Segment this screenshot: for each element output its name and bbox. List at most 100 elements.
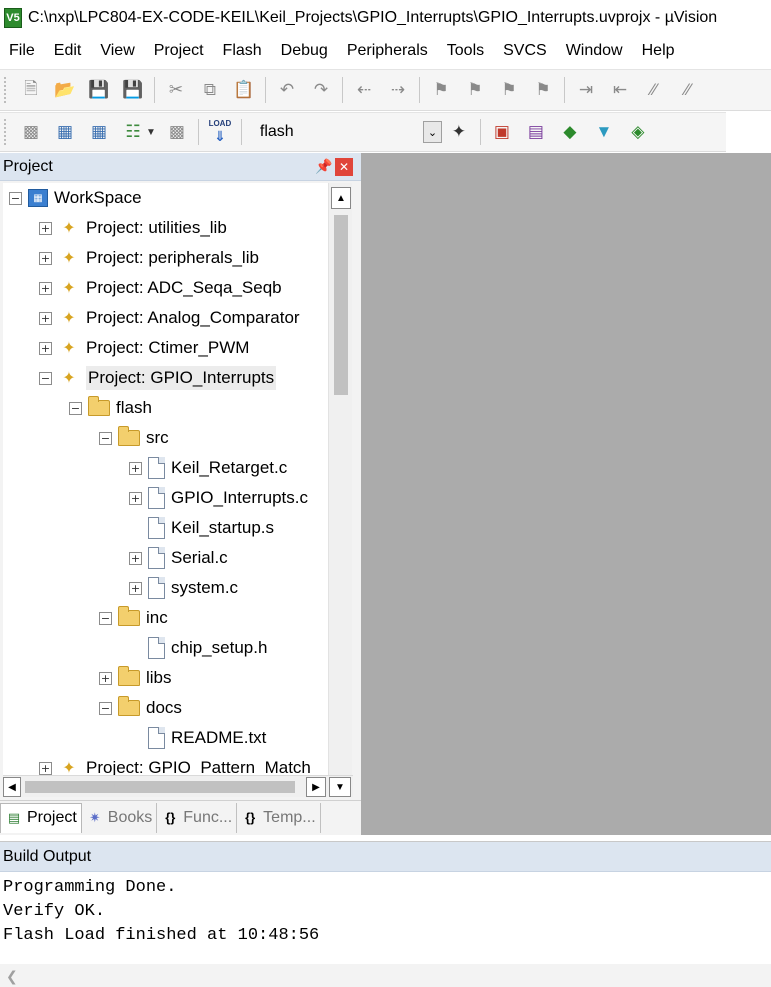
expand-icon[interactable]: +: [39, 281, 52, 295]
tree-item-folder[interactable]: − docs: [99, 693, 182, 723]
tab-templates[interactable]: {} Temp...: [237, 802, 321, 833]
scroll-right-icon[interactable]: ▶: [306, 777, 326, 797]
expand-icon[interactable]: +: [99, 671, 112, 685]
expand-icon[interactable]: +: [129, 581, 142, 595]
menu-file[interactable]: File: [0, 36, 45, 66]
batch-build-dropdown-icon[interactable]: ▼: [146, 127, 156, 138]
tree-item-target[interactable]: − flash: [69, 393, 152, 423]
pack-installer-icon[interactable]: ▼: [589, 118, 619, 146]
scrollbar-thumb[interactable]: [25, 781, 295, 793]
scrollbar-thumb[interactable]: [334, 215, 348, 395]
select-packs-icon[interactable]: ◆: [555, 118, 585, 146]
tab-books[interactable]: ✷ Books: [82, 802, 158, 833]
tree-item-file[interactable]: + system.c: [129, 573, 238, 603]
new-file-icon[interactable]: 🗎: [16, 76, 46, 104]
manage-run-time-icon[interactable]: ▤: [521, 118, 551, 146]
cut-icon[interactable]: ✂: [161, 76, 191, 104]
scroll-left-icon[interactable]: ❮: [6, 968, 18, 984]
menu-svcs[interactable]: SVCS: [494, 36, 557, 66]
tree-item-file[interactable]: + Serial.c: [129, 543, 228, 573]
target-select[interactable]: flash ⌄: [252, 118, 442, 146]
collapse-icon[interactable]: −: [99, 701, 112, 715]
bookmark-next-icon[interactable]: ⚑: [494, 76, 524, 104]
batch-build-icon[interactable]: ☷: [118, 118, 148, 146]
translate-icon[interactable]: ▩: [16, 118, 46, 146]
bookmark-insert-icon[interactable]: ⚑: [426, 76, 456, 104]
tree-item-file[interactable]: chip_setup.h: [129, 633, 267, 663]
stop-build-icon[interactable]: ▩: [162, 118, 192, 146]
tree-item-folder[interactable]: − src: [99, 423, 169, 453]
tab-project[interactable]: ▤ Project: [0, 802, 82, 833]
tree-item-project[interactable]: + ✦ Project: peripherals_lib: [39, 243, 259, 273]
tree-item-project[interactable]: + ✦ Project: Ctimer_PWM: [39, 333, 249, 363]
expand-icon[interactable]: +: [129, 551, 142, 565]
unindent-icon[interactable]: ⇤: [605, 76, 635, 104]
tree-horizontal-scrollbar[interactable]: ◀ ▶ ▼: [3, 775, 353, 797]
expand-icon[interactable]: +: [39, 221, 52, 235]
tree-item-file[interactable]: README.txt: [129, 723, 266, 753]
collapse-icon[interactable]: −: [99, 431, 112, 445]
tree-item-file[interactable]: + Keil_Retarget.c: [129, 453, 287, 483]
tree-item-project[interactable]: + ✦ Project: GPIO_Pattern_Match: [39, 753, 311, 775]
menu-edit[interactable]: Edit: [45, 36, 92, 66]
scroll-down-icon[interactable]: ▼: [329, 777, 351, 797]
editor-area[interactable]: [361, 153, 771, 835]
comment-icon[interactable]: ⁄⁄: [639, 76, 669, 104]
menu-window[interactable]: Window: [557, 36, 633, 66]
copy-icon[interactable]: ⧉: [195, 76, 225, 104]
build-icon[interactable]: ▦: [50, 118, 80, 146]
tree-item-file[interactable]: + GPIO_Interrupts.c: [129, 483, 308, 513]
expand-icon[interactable]: +: [39, 251, 52, 265]
toolbar-grip[interactable]: [4, 77, 8, 103]
menu-project[interactable]: Project: [145, 36, 214, 66]
target-dropdown-icon[interactable]: ⌄: [423, 121, 442, 143]
tree-item-workspace[interactable]: − ▦ WorkSpace: [9, 183, 142, 213]
uvision-app-icon[interactable]: V5: [4, 8, 22, 28]
expand-icon[interactable]: +: [129, 461, 142, 475]
build-output-scrollbar[interactable]: ❮: [0, 964, 771, 987]
file-extensions-icon[interactable]: ▣: [487, 118, 517, 146]
nav-back-icon[interactable]: ⇠: [349, 76, 379, 104]
menu-flash[interactable]: Flash: [214, 36, 272, 66]
expand-icon[interactable]: +: [39, 341, 52, 355]
menu-tools[interactable]: Tools: [438, 36, 494, 66]
indent-icon[interactable]: ⇥: [571, 76, 601, 104]
collapse-icon[interactable]: −: [69, 401, 82, 415]
uncomment-icon[interactable]: ⁄⁄: [673, 76, 703, 104]
load-flash-button[interactable]: LOAD ⇓: [205, 118, 235, 146]
tab-functions[interactable]: {} Func...: [157, 802, 238, 833]
redo-icon[interactable]: ↷: [306, 76, 336, 104]
tree-item-project[interactable]: + ✦ Project: Analog_Comparator: [39, 303, 300, 333]
tree-item-folder[interactable]: + libs: [99, 663, 172, 693]
build-output-text[interactable]: Programming Done. Verify OK. Flash Load …: [0, 872, 771, 948]
paste-icon[interactable]: 📋: [229, 76, 259, 104]
menu-debug[interactable]: Debug: [272, 36, 338, 66]
expand-icon[interactable]: +: [39, 761, 52, 775]
menu-view[interactable]: View: [91, 36, 144, 66]
expand-icon[interactable]: +: [39, 311, 52, 325]
pin-icon[interactable]: 📌: [313, 158, 335, 175]
rebuild-icon[interactable]: ▦: [84, 118, 114, 146]
menu-peripherals[interactable]: Peripherals: [338, 36, 438, 66]
project-tree[interactable]: − ▦ WorkSpace + ✦ Project: utilities_lib + ✦ Pro…: [3, 183, 328, 775]
save-icon[interactable]: 💾: [84, 76, 114, 104]
tree-item-project[interactable]: + ✦ Project: utilities_lib: [39, 213, 227, 243]
bookmark-clear-icon[interactable]: ⚑: [528, 76, 558, 104]
expand-icon[interactable]: +: [129, 491, 142, 505]
collapse-icon[interactable]: −: [9, 191, 22, 205]
collapse-icon[interactable]: −: [39, 371, 52, 385]
tree-item-project[interactable]: + ✦ Project: ADC_Seqa_Seqb: [39, 273, 282, 303]
menu-help[interactable]: Help: [633, 36, 685, 66]
undo-icon[interactable]: ↶: [272, 76, 302, 104]
collapse-icon[interactable]: −: [99, 611, 112, 625]
save-all-icon[interactable]: 💾: [118, 76, 148, 104]
scroll-up-icon[interactable]: ▲: [331, 187, 351, 209]
open-file-icon[interactable]: 📂: [50, 76, 80, 104]
toolbar-grip[interactable]: [4, 119, 8, 145]
close-icon[interactable]: ✕: [335, 157, 353, 176]
nav-forward-icon[interactable]: ⇢: [383, 76, 413, 104]
target-options-icon[interactable]: ✦: [444, 118, 474, 146]
bookmark-prev-icon[interactable]: ⚑: [460, 76, 490, 104]
tree-item-folder[interactable]: − inc: [99, 603, 168, 633]
tree-item-file[interactable]: Keil_startup.s: [129, 513, 274, 543]
